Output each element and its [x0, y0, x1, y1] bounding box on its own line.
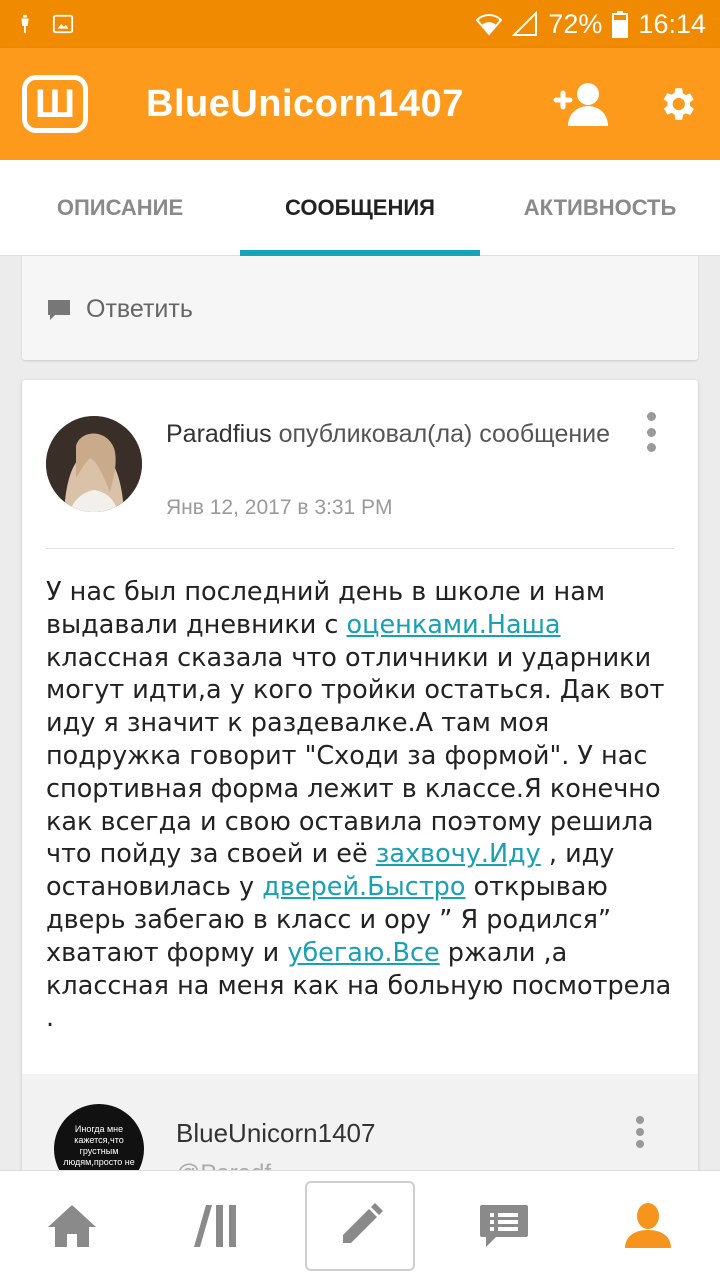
body-link[interactable]: дверей.Быстро	[262, 872, 465, 902]
wifi-icon	[476, 14, 503, 36]
bottom-nav	[0, 1170, 720, 1280]
avatar-photo	[46, 416, 142, 512]
body-link[interactable]: оценками.Наша	[347, 610, 561, 640]
add-friend-icon[interactable]	[552, 80, 610, 128]
message-card: Paradfius опубликовал(ла) сообщение Янв …	[22, 380, 698, 1170]
catalog-icon	[194, 1204, 236, 1247]
divider	[46, 548, 674, 549]
body-link[interactable]: захвочу.Иду	[376, 839, 541, 869]
author-name[interactable]: Paradfius	[166, 420, 272, 448]
comment-icon	[48, 299, 70, 320]
nav-profile[interactable]	[593, 1181, 703, 1271]
usb-debug-icon	[21, 14, 29, 34]
battery-icon	[612, 11, 629, 38]
clock: 16:14	[638, 8, 706, 39]
nav-catalog[interactable]	[161, 1181, 271, 1271]
tab-description[interactable]: ОПИСАНИЕ	[0, 160, 240, 256]
tab-messages[interactable]: СООБЩЕНИЯ	[240, 160, 480, 256]
reply-label: Ответить	[86, 295, 193, 323]
body-link[interactable]: убегаю.Все	[287, 938, 439, 968]
message-feed[interactable]: Ответить Paradfius опубликовал(ла) сообщ…	[0, 256, 720, 1170]
chat-icon	[480, 1204, 528, 1247]
post-date: Янв 12, 2017 в 3:31 PM	[166, 496, 393, 519]
home-icon	[48, 1204, 96, 1247]
settings-gear-icon[interactable]	[656, 83, 698, 125]
body-text: классная сказала что отличники и ударник…	[46, 642, 665, 870]
nav-home[interactable]	[17, 1181, 127, 1271]
reply-avatar-text: Иногда мне кажется,что грустным людям,пр…	[63, 1124, 135, 1167]
post-menu-icon[interactable]	[644, 412, 658, 452]
nav-compose[interactable]	[305, 1180, 415, 1271]
reply-avatar[interactable]: Иногда мне кажется,что грустным людям,пр…	[54, 1104, 144, 1170]
gallery-icon	[52, 14, 74, 34]
profile-title: BlueUnicorn1407	[146, 82, 464, 125]
logo-letter: Ш	[34, 81, 76, 126]
reply-menu-icon[interactable]	[636, 1116, 646, 1148]
post-action: опубликовал(ла) сообщение	[278, 420, 611, 448]
previous-message-card: Ответить	[22, 256, 698, 360]
battery-percent: 72%	[548, 8, 603, 39]
signal-icon	[512, 11, 538, 36]
app-logo[interactable]: Ш	[22, 75, 88, 133]
reply-mention: @Paradf	[176, 1160, 271, 1170]
nav-chats[interactable]	[449, 1181, 559, 1271]
author-avatar[interactable]	[46, 416, 142, 512]
tab-activity[interactable]: АКТИВНОСТЬ	[480, 160, 720, 256]
app-bar: Ш BlueUnicorn1407	[0, 48, 720, 160]
reply-button[interactable]: Ответить	[46, 295, 193, 324]
reply-card: Иногда мне кажется,что грустным людям,пр…	[22, 1074, 698, 1170]
tab-bar: ОПИСАНИЕ СООБЩЕНИЯ АКТИВНОСТЬ	[0, 160, 720, 256]
profile-icon	[625, 1202, 671, 1248]
reply-author[interactable]: BlueUnicorn1407	[176, 1118, 375, 1149]
status-bar: 72% 16:14	[0, 0, 720, 48]
pencil-icon	[343, 1202, 383, 1243]
post-body: У нас был последний день в школе и нам в…	[46, 576, 674, 1035]
post-header: Paradfius опубликовал(ла) сообщение	[166, 418, 636, 451]
